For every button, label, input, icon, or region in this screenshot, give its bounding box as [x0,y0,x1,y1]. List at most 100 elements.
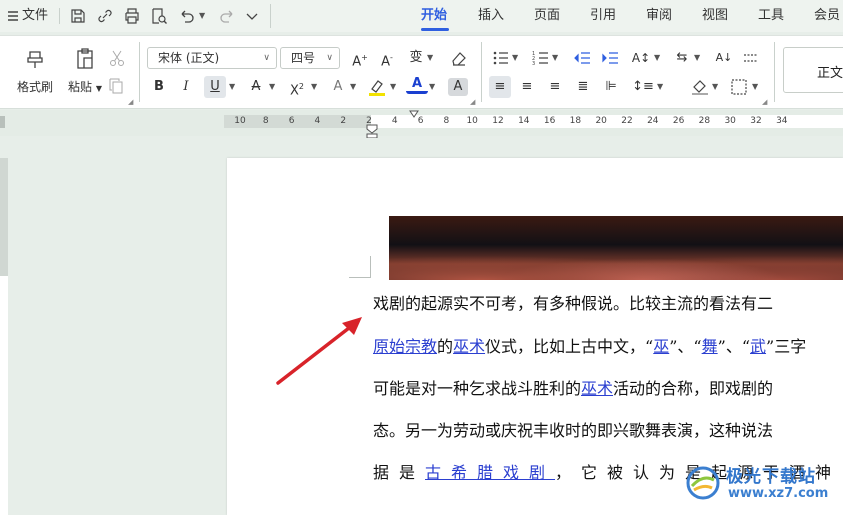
bold-button[interactable]: B [148,76,170,98]
convert-dropdown-icon[interactable]: ▼ [694,47,700,69]
link-icon[interactable] [96,7,114,25]
ruler-tick-label: 10 [234,116,246,126]
text-direction-dropdown-icon[interactable]: ▼ [654,47,660,69]
annotation-arrow [276,317,362,385]
decrease-font-size-icon[interactable]: A- [376,47,398,69]
borders-dropdown-icon[interactable]: ▼ [752,76,758,98]
undo-dropdown-icon[interactable]: ▼ [199,0,205,32]
text-line-4[interactable]: 态。另一为劳动或庆祝丰收时的即兴歌舞表演，这种说法 [373,417,773,441]
menu-bar: 文件 ▼ 开始 插入 页面 引用 审阅 视图 工具 会员专享 [0,0,843,55]
link-wu[interactable]: 巫 [653,337,669,356]
text-effect-dropdown-icon[interactable]: ▼ [350,76,356,98]
tab-references[interactable]: 引用 [590,0,616,32]
font-color-button[interactable]: A [406,74,428,94]
highlight-dropdown-icon[interactable]: ▼ [390,76,396,98]
italic-button[interactable]: I [175,76,197,98]
paste-label-text: 粘贴 [68,80,93,94]
style-normal-card[interactable]: 正文 [783,47,843,93]
text-span: 仪式，比如上古中文，“ [485,337,654,356]
underline-button[interactable]: U [204,76,226,98]
cut-icon[interactable] [107,48,127,68]
text-line-1[interactable]: 戏剧的起源实不可考，有多种假说。比较主流的看法有二 [373,290,773,314]
show-marks-icon[interactable] [742,49,760,67]
line-spacing-button[interactable]: ↕≡ [632,76,654,98]
increase-font-size-icon[interactable]: A+ [349,47,371,69]
tab-page[interactable]: 页面 [534,0,560,32]
ruler-tick-label: 28 [698,116,711,126]
file-menu[interactable]: 文件 [22,0,48,32]
ruler-toggle[interactable] [0,116,5,128]
undo-icon[interactable] [178,7,196,25]
save-icon[interactable] [69,7,87,25]
shading-icon[interactable] [690,78,710,96]
paste-dropdown-icon[interactable]: ▼ [96,84,102,93]
indent-marker-icon[interactable] [366,124,378,138]
watermark-url: www.xz7.com [728,486,829,501]
align-left-button[interactable]: ≡ [489,76,511,98]
font-group-expand-icon[interactable]: ◢ [470,98,475,106]
print-preview-icon[interactable] [150,7,168,25]
convert-icon[interactable]: ⇆ [671,47,693,69]
sort-icon[interactable]: A↓ [713,47,735,69]
link-original-religion[interactable]: 原始宗教 [373,337,437,356]
align-right-button[interactable]: ≡ [544,76,566,98]
justify-button[interactable]: ≣ [572,76,594,98]
divider [270,4,271,28]
print-icon[interactable] [123,7,141,25]
clipboard-group-expand-icon[interactable]: ◢ [128,98,133,106]
style-normal-label: 正文 [817,66,843,81]
phonetic-guide-icon[interactable]: 变 [405,47,427,69]
superscript-button[interactable]: X2 [286,76,308,98]
borders-icon[interactable] [730,78,748,96]
align-center-button[interactable]: ≡ [516,76,538,98]
superscript-dropdown-icon[interactable]: ▼ [311,76,317,98]
horizontal-ruler[interactable]: 10 8 6 4 2 2 4 6 8 10 12 14 16 18 20 22 24 26 28 30 32 34 [224,115,843,128]
format-painter-button[interactable]: 格式刷 [14,46,56,95]
distributed-button[interactable]: ⊫ [600,76,622,98]
chevron-down-icon[interactable] [243,7,261,25]
font-color-dropdown-icon[interactable]: ▼ [429,76,435,98]
ruler-tick-label: 20 [595,116,607,126]
paragraph-group-expand-icon[interactable]: ◢ [762,98,767,106]
phonetic-dropdown-icon[interactable]: ▼ [427,47,433,69]
highlight-icon[interactable] [367,77,387,97]
bullet-list-icon[interactable] [492,49,510,67]
tab-insert[interactable]: 插入 [478,0,504,32]
text-line-3[interactable]: 可能是对一种乞求战斗胜利的巫术活动的合称，即戏剧的 [373,375,773,399]
tab-review[interactable]: 审阅 [646,0,672,32]
bullet-dropdown-icon[interactable]: ▼ [512,47,518,69]
text-line-2[interactable]: 原始宗教的巫术仪式，比如上古中文，“巫”、“舞”、“武”三字 [373,333,806,357]
redo-icon[interactable] [218,7,236,25]
document-image[interactable] [389,216,843,280]
copy-icon[interactable] [107,76,127,96]
decrease-indent-icon[interactable] [573,49,591,67]
numbered-list-icon[interactable]: 123 [532,49,550,67]
strikethrough-dropdown-icon[interactable]: ▼ [269,76,275,98]
svg-text:3: 3 [532,61,535,67]
strikethrough-button[interactable]: A [245,76,267,98]
vertical-ruler[interactable] [0,158,8,515]
line-spacing-dropdown-icon[interactable]: ▼ [657,76,663,98]
link-martial[interactable]: 武 [750,337,766,356]
tab-member[interactable]: 会员专享 [814,0,843,55]
numbered-dropdown-icon[interactable]: ▼ [552,47,558,69]
link-witchcraft[interactable]: 巫术 [581,379,613,398]
paste-button[interactable]: 粘贴 ▼ [64,46,106,95]
increase-indent-icon[interactable] [601,49,619,67]
font-size-select[interactable]: 四号 ∨ [280,47,340,69]
first-line-indent-icon[interactable] [409,110,419,118]
link-witchcraft[interactable]: 巫术 [453,337,485,356]
underline-dropdown-icon[interactable]: ▼ [229,76,235,98]
shading-dropdown-icon[interactable]: ▼ [712,76,718,98]
hamburger-menu-icon[interactable] [5,7,23,25]
text-effect-button[interactable]: A [327,76,349,98]
link-dance[interactable]: 舞 [702,337,718,356]
character-shading-button[interactable]: A [448,78,468,96]
text-direction-icon[interactable]: A↕ [630,47,652,69]
font-name-select[interactable]: 宋体 (正文) ∨ [147,47,277,69]
ruler-left-margin [224,115,371,128]
clear-format-icon[interactable] [450,49,468,67]
link-greek-drama[interactable]: 古希腊戏剧 [425,463,555,482]
tab-view[interactable]: 视图 [702,0,728,32]
tab-tools[interactable]: 工具 [758,0,784,32]
